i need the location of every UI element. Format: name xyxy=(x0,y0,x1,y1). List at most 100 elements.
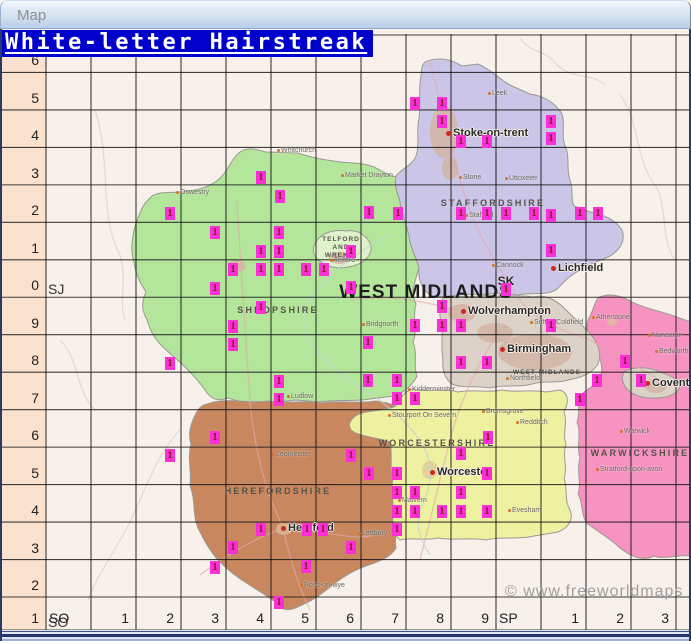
record-marker[interactable]: 1 xyxy=(482,135,492,148)
record-marker[interactable]: 1 xyxy=(301,560,311,573)
col-label: 3 xyxy=(181,597,226,630)
record-marker[interactable]: 1 xyxy=(210,226,220,239)
record-marker[interactable]: 1 xyxy=(410,319,420,332)
record-marker[interactable]: 1 xyxy=(392,486,402,499)
record-marker[interactable]: 1 xyxy=(256,523,266,536)
record-marker[interactable]: 1 xyxy=(228,338,238,351)
record-marker[interactable]: 1 xyxy=(274,375,284,388)
record-marker[interactable]: 1 xyxy=(228,541,238,554)
record-marker[interactable]: 1 xyxy=(482,505,492,518)
record-marker[interactable]: 1 xyxy=(210,282,220,295)
record-marker[interactable]: 1 xyxy=(456,356,466,369)
town-dot xyxy=(500,347,505,352)
record-marker[interactable]: 1 xyxy=(256,301,266,314)
town-dot xyxy=(459,176,462,179)
record-marker[interactable]: 1 xyxy=(363,374,373,387)
record-marker[interactable]: 1 xyxy=(319,263,329,276)
record-marker[interactable]: 1 xyxy=(256,245,266,258)
record-marker[interactable]: 1 xyxy=(301,263,311,276)
record-marker[interactable]: 1 xyxy=(410,486,420,499)
record-marker[interactable]: 1 xyxy=(256,171,266,184)
record-marker[interactable]: 1 xyxy=(274,226,284,239)
record-marker[interactable]: 1 xyxy=(318,523,328,536)
record-marker[interactable]: 1 xyxy=(483,431,493,444)
record-marker[interactable]: 1 xyxy=(364,467,374,480)
record-marker[interactable]: 1 xyxy=(392,505,402,518)
record-marker[interactable]: 1 xyxy=(363,336,373,349)
record-marker[interactable]: 1 xyxy=(410,505,420,518)
record-marker[interactable]: 1 xyxy=(501,207,511,220)
record-marker[interactable]: 1 xyxy=(364,206,374,219)
record-marker[interactable]: 1 xyxy=(210,431,220,444)
record-marker[interactable]: 1 xyxy=(456,505,466,518)
record-marker[interactable]: 1 xyxy=(302,523,312,536)
record-marker[interactable]: 1 xyxy=(274,263,284,276)
town-dot xyxy=(176,191,179,194)
record-marker[interactable]: 1 xyxy=(456,207,466,220)
region-big-label: WEST MIDLANDS xyxy=(339,282,512,304)
record-marker[interactable]: 1 xyxy=(275,190,285,203)
record-marker[interactable]: 1 xyxy=(392,392,402,405)
town-dot xyxy=(446,131,451,136)
record-marker[interactable]: 1 xyxy=(346,245,356,258)
record-marker[interactable]: 1 xyxy=(437,319,447,332)
record-marker[interactable]: 1 xyxy=(482,207,492,220)
record-marker[interactable]: 1 xyxy=(392,374,402,387)
town-label: Leek xyxy=(488,90,507,97)
col-label: 8 xyxy=(406,597,451,630)
record-marker[interactable]: 1 xyxy=(456,486,466,499)
record-marker[interactable]: 1 xyxy=(437,300,447,313)
record-marker[interactable]: 1 xyxy=(228,263,238,276)
record-marker[interactable]: 1 xyxy=(392,523,402,536)
row-label: 6 xyxy=(2,410,44,447)
row-label: 8 xyxy=(2,335,44,372)
record-marker[interactable]: 1 xyxy=(210,561,220,574)
record-marker[interactable]: 1 xyxy=(529,207,539,220)
record-marker[interactable]: 1 xyxy=(593,207,603,220)
record-marker[interactable]: 1 xyxy=(437,115,447,128)
row-label: 4 xyxy=(2,485,44,522)
town-dot xyxy=(482,410,485,413)
record-marker[interactable]: 1 xyxy=(228,320,238,333)
record-marker[interactable]: 1 xyxy=(392,467,402,480)
record-marker[interactable]: 1 xyxy=(410,392,420,405)
record-marker[interactable]: 1 xyxy=(165,357,175,370)
record-marker[interactable]: 1 xyxy=(456,135,466,148)
record-marker[interactable]: 1 xyxy=(274,245,284,258)
record-marker[interactable]: 1 xyxy=(575,207,585,220)
record-marker[interactable]: 1 xyxy=(575,393,585,406)
record-marker[interactable]: 1 xyxy=(393,207,403,220)
record-marker[interactable]: 1 xyxy=(546,244,556,257)
record-marker[interactable]: 1 xyxy=(482,467,492,480)
record-marker[interactable]: 1 xyxy=(482,356,492,369)
record-marker[interactable]: 1 xyxy=(620,355,630,368)
town-dot xyxy=(516,421,519,424)
record-marker[interactable]: 1 xyxy=(592,374,602,387)
record-marker[interactable]: 1 xyxy=(546,132,556,145)
record-marker[interactable]: 1 xyxy=(456,319,466,332)
row-label: 0 xyxy=(2,260,44,297)
record-marker[interactable]: 1 xyxy=(165,207,175,220)
record-marker[interactable]: 1 xyxy=(546,209,556,222)
record-marker[interactable]: 1 xyxy=(274,596,284,609)
town-label: Bedworth xyxy=(655,348,689,355)
town-dot xyxy=(300,584,303,587)
record-marker[interactable]: 1 xyxy=(346,541,356,554)
record-marker[interactable]: 1 xyxy=(456,447,466,460)
record-marker[interactable]: 1 xyxy=(346,449,356,462)
row-label: 9 xyxy=(2,297,44,334)
col-label: 4 xyxy=(226,597,271,630)
record-marker[interactable]: 1 xyxy=(636,374,646,387)
town-label: Cannock xyxy=(492,262,524,269)
record-marker[interactable]: 1 xyxy=(546,115,556,128)
record-marker[interactable]: 1 xyxy=(546,319,556,332)
col-label: 6 xyxy=(316,597,361,630)
record-marker[interactable]: 1 xyxy=(274,393,284,406)
record-marker[interactable]: 1 xyxy=(165,449,175,462)
record-marker[interactable]: 1 xyxy=(501,283,511,296)
record-marker[interactable]: 1 xyxy=(437,505,447,518)
record-marker[interactable]: 1 xyxy=(346,281,356,294)
record-marker[interactable]: 1 xyxy=(256,263,266,276)
record-marker[interactable]: 1 xyxy=(410,97,420,110)
record-marker[interactable]: 1 xyxy=(437,97,447,110)
